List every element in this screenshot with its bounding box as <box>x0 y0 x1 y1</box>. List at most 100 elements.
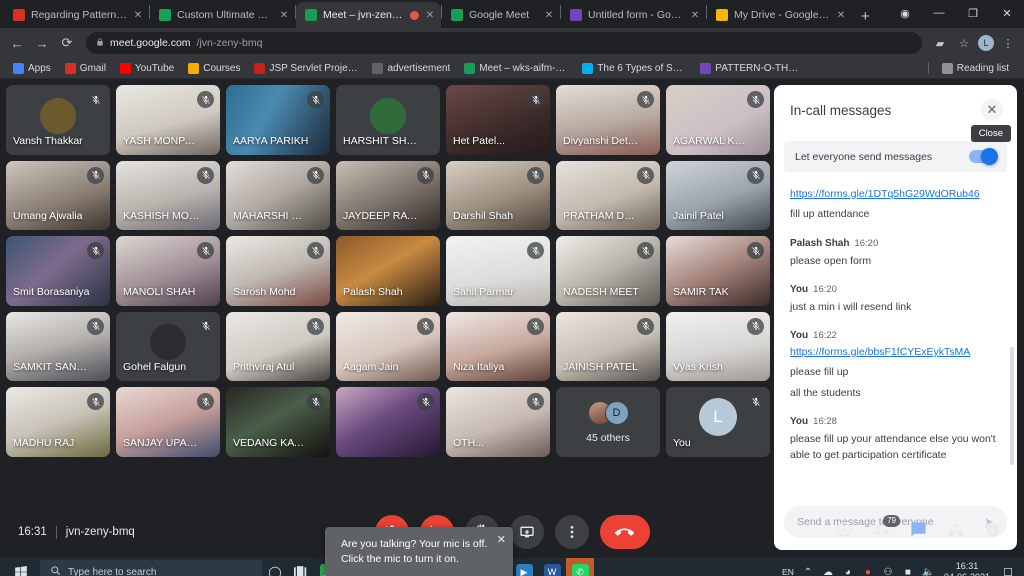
cortana-circle-icon[interactable]: ◯ <box>262 558 288 576</box>
participant-tile[interactable]: AARYA PARIKH <box>226 85 330 155</box>
participant-tile[interactable]: Umang Ajwalia <box>6 160 110 231</box>
close-tab-icon[interactable]: ✕ <box>836 10 846 21</box>
let-everyone-send-messages-row[interactable]: Let everyone send messages <box>784 141 1007 172</box>
bookmark-4[interactable]: JSP Servlet Projects... <box>247 62 365 74</box>
battery-icon[interactable]: ■ <box>902 567 914 576</box>
more-options-button[interactable] <box>554 515 589 549</box>
close-tab-icon[interactable]: ✕ <box>544 10 554 21</box>
participant-tile[interactable]: SAMKIT SANGHVI <box>6 311 110 382</box>
chat-button[interactable] <box>909 522 928 542</box>
participant-tile[interactable]: VEDANG KAVAT... <box>226 387 330 457</box>
participant-tile[interactable]: AGARWAL KUSH... <box>666 85 770 155</box>
bookmark-1[interactable]: Gmail <box>58 62 113 74</box>
participant-tile[interactable]: Sahil Parmar <box>446 236 550 306</box>
profile-avatar[interactable]: L <box>978 35 994 51</box>
show-everyone-button[interactable]: 79 <box>872 514 900 542</box>
participant-tile[interactable]: Vansh Thakkar <box>6 85 110 155</box>
taskbar-app-vscode[interactable]: ▶ <box>510 558 538 576</box>
participant-tile[interactable]: Jainil Patel <box>666 160 770 231</box>
others-tile[interactable]: D 45 others <box>556 387 660 457</box>
participant-tile[interactable] <box>336 387 440 457</box>
participant-tile[interactable]: Prithviraj Atul <box>226 311 330 382</box>
reading-list-button[interactable]: Reading list <box>935 62 1016 74</box>
browser-tab-1[interactable]: Custom Ultimate Pattern | P ✕ <box>150 2 295 28</box>
bookmark-0[interactable]: Apps <box>6 62 58 74</box>
close-tab-icon[interactable]: ✕ <box>425 10 435 21</box>
taskbar-app-word[interactable]: W <box>538 558 566 576</box>
taskbar-app-whatsapp[interactable]: ✆ <box>566 558 594 576</box>
kebab-menu-icon[interactable]: ⋮ <box>998 37 1018 50</box>
participant-tile[interactable]: Divyanshi Detroja <box>556 85 660 155</box>
participant-tile[interactable]: MADHU RAJ <box>6 387 110 457</box>
chevron-up-icon[interactable]: ⌃ <box>802 567 814 576</box>
bookmark-7[interactable]: The 6 Types of Soci... <box>575 62 693 74</box>
search-input[interactable]: Type here to search <box>40 560 262 576</box>
close-icon[interactable]: ✕ <box>981 99 1003 121</box>
address-bar[interactable]: meet.google.com/jvn-zeny-bmq <box>86 32 922 54</box>
onedrive-icon[interactable]: ☁ <box>822 567 834 576</box>
browser-tab-2[interactable]: Meet – jvn-zeny-bmq ✕ <box>296 2 441 28</box>
browser-tab-0[interactable]: Regarding Pattern-o-Thon ✕ <box>4 2 149 28</box>
minimize-button[interactable]: — <box>922 7 956 19</box>
close-window-button[interactable]: ✕ <box>990 7 1024 20</box>
tray-language[interactable]: EN <box>782 567 794 576</box>
host-controls-button[interactable] <box>983 521 1002 542</box>
participant-tile[interactable]: Palash Shah <box>336 236 440 306</box>
mic-icon[interactable]: ⚇ <box>882 567 894 576</box>
participant-tile[interactable]: OTH... <box>446 387 550 457</box>
bookmark-3[interactable]: Courses <box>181 62 247 74</box>
participant-tile[interactable]: Vyas Krish <box>666 311 770 382</box>
sync-paused-icon[interactable]: ◉ <box>888 7 922 20</box>
action-center-icon[interactable]: ☐ <box>998 566 1018 576</box>
activities-button[interactable] <box>946 522 965 542</box>
browser-tab-3[interactable]: Google Meet ✕ <box>442 2 560 28</box>
bookmark-5[interactable]: advertisement <box>365 62 457 74</box>
participant-tile[interactable]: PRATHAM DHAM... <box>556 160 660 231</box>
close-tab-icon[interactable]: ✕ <box>690 10 700 21</box>
volume-icon[interactable]: 🔈 <box>922 567 934 576</box>
self-tile[interactable]: L You <box>666 387 770 457</box>
bookmark-2[interactable]: YouTube <box>113 62 181 74</box>
participant-tile[interactable]: Aagam Jain <box>336 311 440 382</box>
participant-tile[interactable]: SANJAY UPADHY... <box>116 387 220 457</box>
close-icon[interactable]: ✕ <box>497 533 506 549</box>
participant-tile[interactable]: MANOLI SHAH <box>116 236 220 306</box>
maximize-button[interactable]: ❐ <box>956 7 990 20</box>
bookmark-6[interactable]: Meet – wks-aifm-evs <box>457 62 575 74</box>
windows-start-icon[interactable] <box>2 565 40 576</box>
forward-icon[interactable]: → <box>31 36 53 51</box>
participant-tile[interactable]: Smit Borasaniya <box>6 236 110 306</box>
media-cast-icon[interactable]: ▰ <box>930 37 950 50</box>
participant-tile[interactable]: HARSHIT SHAH <box>336 85 440 155</box>
participant-tile[interactable]: JAINISH PATEL <box>556 311 660 382</box>
participant-tile[interactable]: Het Patel... <box>446 85 550 155</box>
participant-tile[interactable]: MAHARSHI GOH... <box>226 160 330 231</box>
participant-tile[interactable]: Niza Italiya <box>446 311 550 382</box>
back-icon[interactable]: ← <box>6 36 28 51</box>
participant-tile[interactable]: KASHISH MOTW... <box>116 160 220 231</box>
chat-link[interactable]: https://forms.gle/bbsF1fCYExEykTsMA <box>790 346 970 358</box>
participant-tile[interactable]: Sarosh Mohd <box>226 236 330 306</box>
meeting-details-button[interactable] <box>835 522 854 542</box>
chat-scrollbar[interactable] <box>1010 347 1014 465</box>
reload-icon[interactable]: ⟳ <box>56 35 78 51</box>
browser-tab-5[interactable]: My Drive - Google Drive ✕ <box>707 2 852 28</box>
bookmark-8[interactable]: PATTERN-O-THON... <box>693 62 811 74</box>
participant-tile[interactable]: Darshil Shah <box>446 160 550 231</box>
chat-link[interactable]: https://forms.gle/1DTq5hG29WdORub46 <box>790 188 980 200</box>
present-screen-button[interactable] <box>509 515 544 549</box>
wifi-icon[interactable]: ◕ <box>842 567 854 576</box>
participant-tile[interactable]: YASH MONPARA <box>116 85 220 155</box>
bookmark-star-icon[interactable]: ☆ <box>954 37 974 50</box>
participant-tile[interactable]: NADESH MEET <box>556 236 660 306</box>
taskbar-clock[interactable]: 16:31 04-06-2021 <box>942 561 990 576</box>
antivirus-icon[interactable]: ● <box>862 567 874 576</box>
let-everyone-send-messages-toggle[interactable] <box>969 147 998 165</box>
participant-tile[interactable]: Gohel Falgun <box>116 311 220 382</box>
participant-tile[interactable]: SAMIR TAK <box>666 236 770 306</box>
close-tab-icon[interactable]: ✕ <box>279 10 289 21</box>
close-tab-icon[interactable]: ✕ <box>133 10 143 21</box>
leave-call-button[interactable] <box>599 515 650 549</box>
new-tab-button[interactable]: + <box>852 8 879 28</box>
browser-tab-4[interactable]: Untitled form - Google For ✕ <box>561 2 706 28</box>
